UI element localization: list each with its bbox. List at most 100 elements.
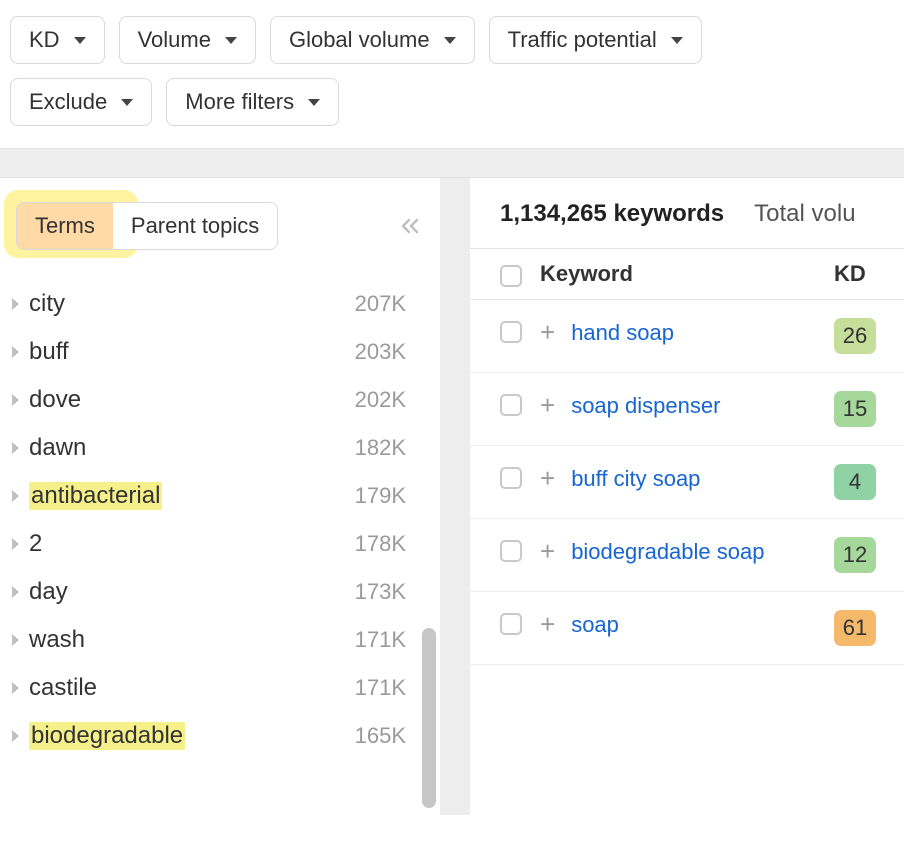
row-checkbox[interactable] [500, 613, 522, 635]
expand-icon [12, 394, 19, 406]
sidebar-tabs-highlight: Terms Parent topics [10, 196, 284, 256]
select-all-checkbox[interactable] [500, 265, 522, 287]
filters-bar: KD Volume Global volume Traffic potentia… [0, 0, 904, 64]
sidebar-scrollbar-thumb[interactable] [422, 628, 436, 808]
row-checkbox[interactable] [500, 540, 522, 562]
table-row: + hand soap 26 [470, 300, 904, 373]
term-row[interactable]: biodegradable165K [10, 712, 406, 760]
caret-down-icon [225, 37, 237, 44]
term-label: dawn [29, 434, 86, 462]
separator-band [0, 148, 904, 178]
filter-more-label: More filters [185, 89, 294, 115]
term-count: 179K [355, 483, 406, 509]
keyword-link[interactable]: soap dispenser [571, 391, 720, 421]
term-row[interactable]: dawn 182K [10, 424, 406, 472]
sidebar-segmented-control: Terms Parent topics [16, 202, 278, 250]
term-label: 2 [29, 530, 42, 558]
term-count: 203K [355, 339, 406, 365]
main-area: Terms Parent topics city207Kbuff203Kdove… [0, 178, 904, 815]
table-body: + hand soap 26 + soap dispenser 15 + buff city … [470, 300, 904, 665]
keyword-link[interactable]: hand soap [571, 318, 674, 348]
term-row[interactable]: buff203K [10, 328, 406, 376]
kd-badge: 26 [834, 318, 876, 354]
sidebar-scrollbar-track[interactable] [422, 248, 436, 805]
filters-bar-2: Exclude More filters [0, 64, 904, 126]
keywords-summary: 1,134,265 keywords Total volu [470, 200, 904, 248]
collapse-sidebar-icon[interactable] [398, 214, 422, 238]
terms-sidebar: Terms Parent topics city207Kbuff203Kdove… [0, 178, 440, 815]
term-count: 165K [355, 723, 406, 749]
filter-traffic-potential-label: Traffic potential [508, 27, 657, 53]
term-label: antibacterial [29, 482, 162, 510]
kd-badge: 61 [834, 610, 876, 646]
kd-badge: 4 [834, 464, 876, 500]
term-row[interactable]: dove 202K [10, 376, 406, 424]
term-label: day [29, 578, 68, 606]
add-keyword-icon[interactable]: + [540, 465, 555, 491]
table-row: + biodegradable soap 12 [470, 519, 904, 592]
term-count: 182K [355, 435, 406, 461]
table-header: Keyword KD [470, 248, 904, 300]
keyword-link[interactable]: biodegradable soap [571, 537, 764, 567]
filter-global-volume[interactable]: Global volume [270, 16, 475, 64]
caret-down-icon [121, 99, 133, 106]
header-keyword[interactable]: Keyword [540, 261, 834, 287]
term-count: 173K [355, 579, 406, 605]
table-row: + buff city soap 4 [470, 446, 904, 519]
term-count: 207K [355, 291, 406, 317]
filter-kd-label: KD [29, 27, 60, 53]
add-keyword-icon[interactable]: + [540, 611, 555, 637]
term-row[interactable]: castile 171K [10, 664, 406, 712]
row-checkbox[interactable] [500, 467, 522, 489]
expand-icon [12, 586, 19, 598]
expand-icon [12, 682, 19, 694]
filter-volume-label: Volume [138, 27, 211, 53]
term-list: city 207K buff203K dove 202K dawn 182K antibact… [10, 280, 430, 760]
term-label: wash [29, 626, 85, 654]
add-keyword-icon[interactable]: + [540, 538, 555, 564]
keywords-count: 1,134,265 keywords [500, 200, 724, 228]
total-volume-label: Total volu [754, 200, 855, 228]
term-row[interactable]: day 173K [10, 568, 406, 616]
filter-kd[interactable]: KD [10, 16, 105, 64]
sidebar-tabs-row: Terms Parent topics [10, 196, 430, 256]
filter-exclude-label: Exclude [29, 89, 107, 115]
row-checkbox[interactable] [500, 321, 522, 343]
tab-terms[interactable]: Terms [17, 203, 113, 249]
add-keyword-icon[interactable]: + [540, 392, 555, 418]
term-row[interactable]: antibacterial 179K [10, 472, 406, 520]
expand-icon [12, 730, 19, 742]
keyword-link[interactable]: buff city soap [571, 464, 700, 494]
term-count: 171K [355, 675, 406, 701]
expand-icon [12, 442, 19, 454]
term-count: 202K [355, 387, 406, 413]
expand-icon [12, 298, 19, 310]
term-label: dove [29, 386, 81, 414]
row-checkbox[interactable] [500, 394, 522, 416]
term-row[interactable]: 2 178K [10, 520, 406, 568]
term-label: city [29, 290, 65, 318]
expand-icon [12, 634, 19, 646]
caret-down-icon [671, 37, 683, 44]
filter-traffic-potential[interactable]: Traffic potential [489, 16, 702, 64]
filter-exclude[interactable]: Exclude [10, 78, 152, 126]
expand-icon [12, 490, 19, 502]
term-count: 178K [355, 531, 406, 557]
caret-down-icon [444, 37, 456, 44]
filter-more[interactable]: More filters [166, 78, 339, 126]
kd-badge: 15 [834, 391, 876, 427]
kd-badge: 12 [834, 537, 876, 573]
caret-down-icon [74, 37, 86, 44]
term-label: castile [29, 674, 97, 702]
table-row: + soap 61 [470, 592, 904, 665]
term-row[interactable]: city 207K [10, 280, 406, 328]
add-keyword-icon[interactable]: + [540, 319, 555, 345]
term-row[interactable]: wash 171K [10, 616, 406, 664]
term-count: 171K [355, 627, 406, 653]
header-kd[interactable]: KD [834, 261, 904, 287]
filter-global-volume-label: Global volume [289, 27, 430, 53]
caret-down-icon [308, 99, 320, 106]
keyword-link[interactable]: soap [571, 610, 619, 640]
filter-volume[interactable]: Volume [119, 16, 256, 64]
tab-parent-topics[interactable]: Parent topics [113, 203, 277, 249]
